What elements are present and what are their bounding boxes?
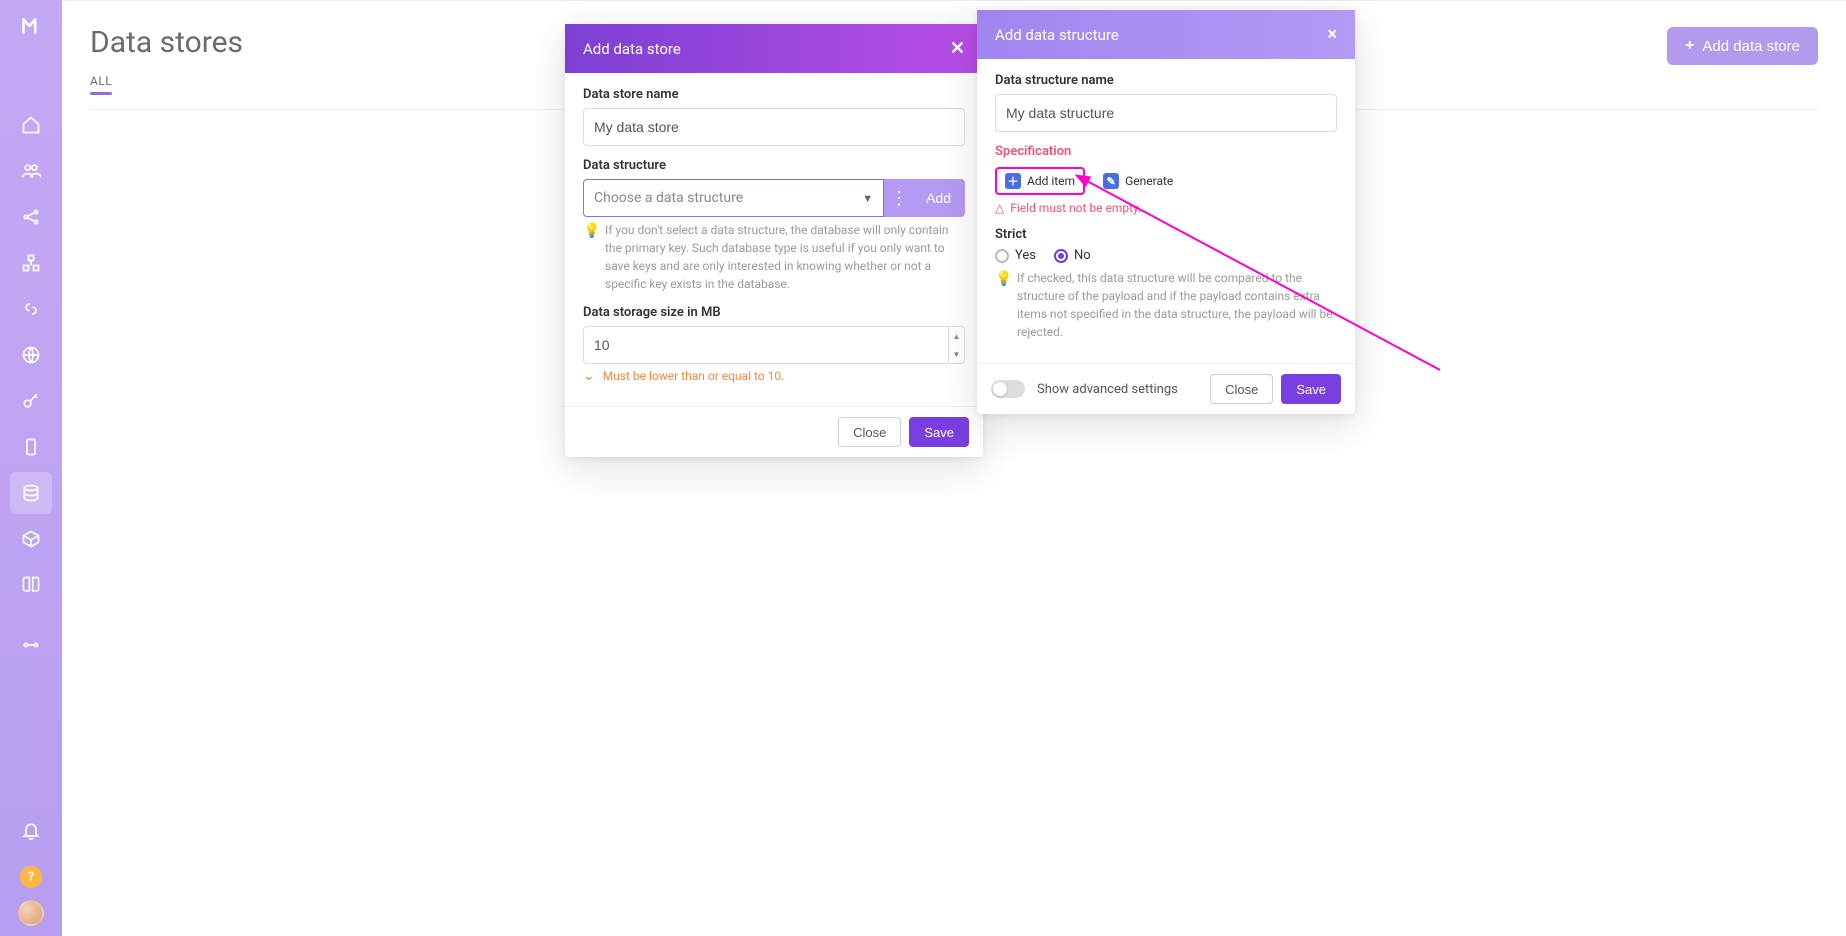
advanced-toggle[interactable] xyxy=(991,380,1025,398)
help-icon: ? xyxy=(20,866,42,888)
strict-hint: 💡 If checked, this data structure will b… xyxy=(995,269,1337,341)
bulb-icon: 💡 xyxy=(995,269,1009,341)
nav-team[interactable] xyxy=(10,150,52,192)
nav-devices[interactable] xyxy=(10,426,52,468)
strict-yes-radio[interactable]: Yes xyxy=(995,248,1036,263)
spinner-up-icon[interactable]: ▲ xyxy=(949,327,964,345)
nav-packages[interactable] xyxy=(10,518,52,560)
spinner-down-icon[interactable]: ▼ xyxy=(949,345,964,363)
modal-title: Add data structure xyxy=(995,26,1119,44)
add-button-label: Add data store xyxy=(1702,38,1800,55)
data-structure-select[interactable]: Choose a data structure ▼ xyxy=(583,179,884,217)
nav-share[interactable] xyxy=(10,196,52,238)
plus-square-icon: ＋ xyxy=(1005,173,1021,189)
tab-all[interactable]: ALL xyxy=(90,74,112,101)
size-label: Data storage size in MB xyxy=(583,305,965,320)
modal-header: Add data structure × xyxy=(977,10,1355,59)
structure-name-label: Data structure name xyxy=(995,73,1337,88)
brand-logo xyxy=(15,10,47,42)
strict-no-radio[interactable]: No xyxy=(1054,248,1091,263)
sidebar: ? xyxy=(0,0,62,936)
add-data-store-button[interactable]: + Add data store xyxy=(1667,27,1818,65)
specification-label: Specification xyxy=(995,144,1337,159)
add-data-structure-modal: Add data structure × Data structure name… xyxy=(977,10,1355,414)
data-store-name-input[interactable] xyxy=(583,108,965,146)
validation-error: △ Field must not be empty. xyxy=(995,201,1337,215)
plus-icon: + xyxy=(1685,37,1694,55)
structure-options-button[interactable]: ⋮ xyxy=(884,179,912,217)
number-spinner[interactable]: ▲ ▼ xyxy=(948,327,964,363)
storage-size-input[interactable] xyxy=(583,326,965,364)
strict-label: Strict xyxy=(995,227,1337,242)
bulb-icon: 💡 xyxy=(583,221,597,293)
nav-apps[interactable] xyxy=(10,242,52,284)
size-warning: Must be lower than or equal to 10. xyxy=(583,368,965,384)
add-item-button[interactable]: ＋ Add item xyxy=(995,167,1085,195)
nav-notifications[interactable] xyxy=(10,810,52,852)
nav-datastores[interactable] xyxy=(10,472,52,514)
structure-hint: 💡 If you don't select a data structure, … xyxy=(583,221,965,293)
modal-header: Add data store ✕ xyxy=(565,24,983,73)
save-button[interactable]: Save xyxy=(1281,374,1341,404)
nav-webhooks[interactable] xyxy=(10,288,52,330)
save-button[interactable]: Save xyxy=(909,417,969,447)
structure-name-input[interactable] xyxy=(995,94,1337,132)
user-avatar[interactable] xyxy=(18,900,44,926)
generate-button[interactable]: ✎ Generate xyxy=(1095,169,1181,193)
nav-help[interactable]: ? xyxy=(10,856,52,898)
warning-icon: △ xyxy=(995,201,1004,215)
name-label: Data store name xyxy=(583,87,965,102)
nav-keys[interactable] xyxy=(10,380,52,422)
wand-icon: ✎ xyxy=(1103,173,1119,189)
close-icon[interactable]: × xyxy=(1327,24,1337,45)
structure-label: Data structure xyxy=(583,158,965,173)
add-data-store-modal: Add data store ✕ Data store name Data st… xyxy=(565,24,983,457)
advanced-label: Show advanced settings xyxy=(1037,382,1202,397)
modal-title: Add data store xyxy=(583,40,681,58)
close-button[interactable]: Close xyxy=(838,417,901,447)
nav-git[interactable] xyxy=(10,624,52,666)
add-structure-button[interactable]: Add xyxy=(912,179,965,217)
nav-docs[interactable] xyxy=(10,564,52,606)
nav-globe[interactable] xyxy=(10,334,52,376)
close-button[interactable]: Close xyxy=(1210,374,1273,404)
close-icon[interactable]: ✕ xyxy=(950,38,965,59)
chevron-down-icon: ▼ xyxy=(862,192,873,205)
nav-home[interactable] xyxy=(10,104,52,146)
select-placeholder: Choose a data structure xyxy=(594,190,743,206)
